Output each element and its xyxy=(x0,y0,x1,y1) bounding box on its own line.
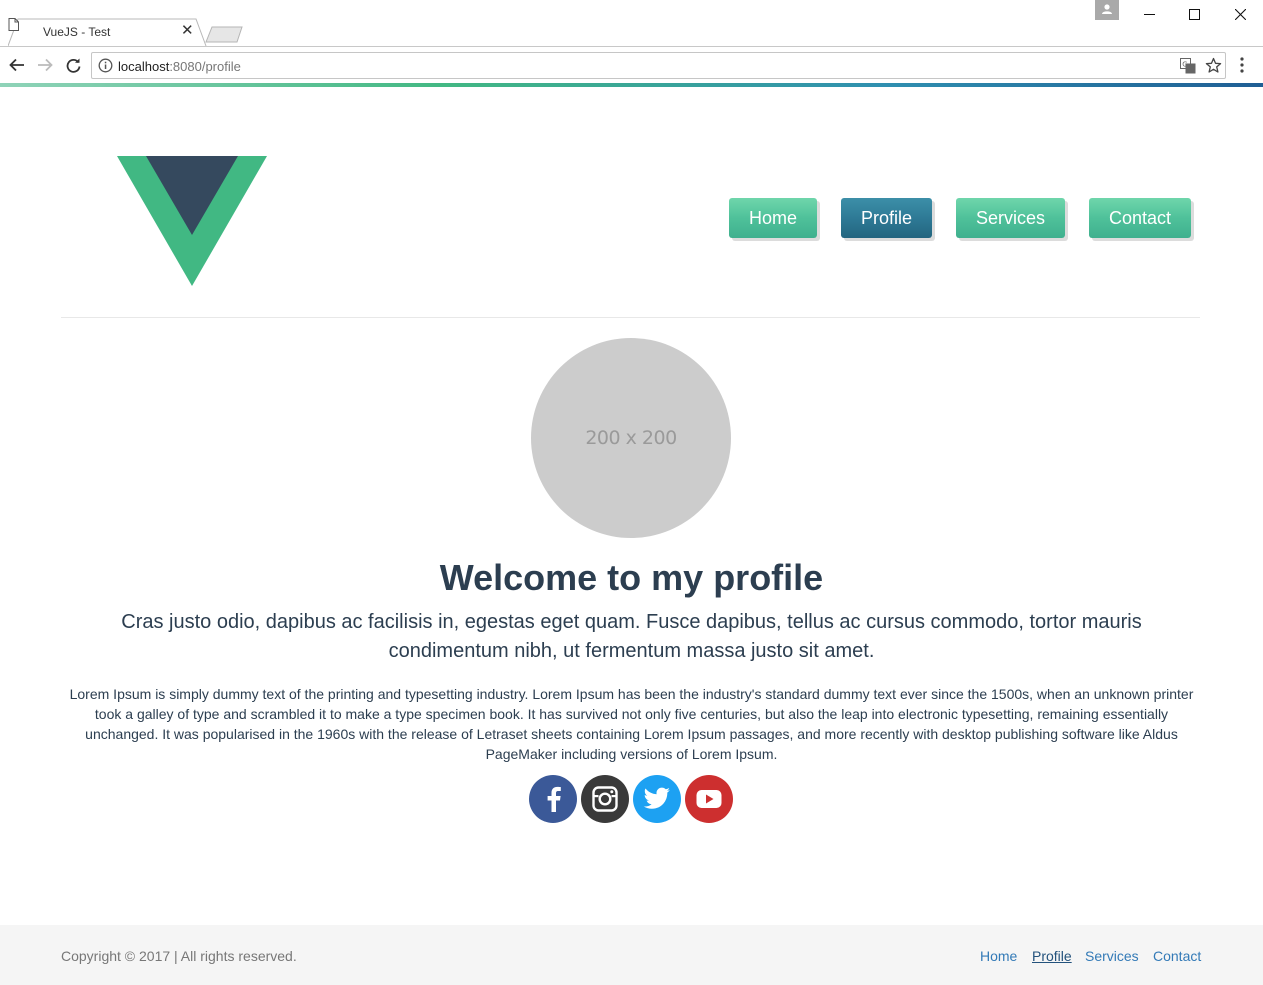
site-info-icon[interactable] xyxy=(98,58,113,73)
footer-link-services[interactable]: Services xyxy=(1085,948,1139,964)
twitter-icon xyxy=(643,787,670,809)
tab-title: VueJS - Test xyxy=(43,25,111,39)
minimize-icon[interactable] xyxy=(1126,0,1172,28)
twitter-button[interactable] xyxy=(633,775,681,823)
nav-contact-label: Contact xyxy=(1108,207,1172,228)
url-text[interactable]: localhost:8080/profile xyxy=(118,59,241,74)
new-tab-button[interactable] xyxy=(205,26,243,43)
reload-icon[interactable] xyxy=(63,55,83,75)
url-host: localhost xyxy=(118,59,170,74)
browser-toolbar: localhost:8080/profile G xyxy=(0,46,1263,83)
maximize-icon[interactable] xyxy=(1171,0,1217,28)
forward-arrow-icon[interactable] xyxy=(35,55,55,75)
footer-link-profile[interactable]: Profile xyxy=(1032,948,1072,964)
page-content: Home Profile Services Contact 200 x 200 … xyxy=(0,87,1263,985)
nav-home-label: Home xyxy=(748,207,797,228)
svg-text:G: G xyxy=(1182,61,1187,69)
close-window-icon[interactable] xyxy=(1217,0,1263,28)
bookmark-star-icon[interactable] xyxy=(1205,57,1222,74)
page-icon xyxy=(8,18,19,31)
footer-link-home[interactable]: Home xyxy=(980,948,1017,964)
tab-close-icon[interactable]: ✕ xyxy=(181,23,194,39)
nav-profile-button[interactable]: Profile xyxy=(841,198,932,238)
browser-tab[interactable]: VueJS - Test ✕ xyxy=(8,18,207,47)
youtube-icon xyxy=(696,790,722,808)
url-path: :8080/profile xyxy=(169,59,241,74)
footer: Copyright © 2017 | All rights reserved. … xyxy=(0,925,1263,985)
address-bar[interactable]: localhost:8080/profile G xyxy=(91,52,1226,79)
tab-strip: VueJS - Test ✕ xyxy=(0,0,1263,47)
nav-services-label: Services xyxy=(975,207,1046,228)
copyright-text: Copyright © 2017 | All rights reserved. xyxy=(61,948,297,964)
body-text: Lorem Ipsum is simply dummy text of the … xyxy=(69,686,1194,762)
facebook-icon xyxy=(547,786,561,812)
header-divider xyxy=(61,317,1200,318)
vue-logo[interactable] xyxy=(117,156,267,286)
translate-icon[interactable]: G xyxy=(1180,58,1196,74)
avatar-placeholder: 200 x 200 xyxy=(531,338,731,538)
avatar-placeholder-text: 200 x 200 xyxy=(585,427,677,449)
youtube-button[interactable] xyxy=(685,775,733,823)
nav-profile-label: Profile xyxy=(860,207,913,228)
page-title: Welcome to my profile xyxy=(439,557,824,598)
instagram-icon xyxy=(592,786,618,812)
nav-contact-button[interactable]: Contact xyxy=(1089,198,1191,238)
browser-menu-icon[interactable] xyxy=(1240,57,1244,73)
lead-text: Cras justo odio, dapibus ac facilisis in… xyxy=(121,611,1142,662)
nav-services-button[interactable]: Services xyxy=(956,198,1065,238)
footer-link-contact[interactable]: Contact xyxy=(1153,948,1201,964)
facebook-button[interactable] xyxy=(529,775,577,823)
nav-home-button[interactable]: Home xyxy=(729,198,817,238)
back-arrow-icon[interactable] xyxy=(7,55,27,75)
instagram-button[interactable] xyxy=(581,775,629,823)
user-profile-icon[interactable] xyxy=(1095,0,1119,20)
browser-chrome: VueJS - Test ✕ localhost:8080/profile G xyxy=(0,0,1263,87)
